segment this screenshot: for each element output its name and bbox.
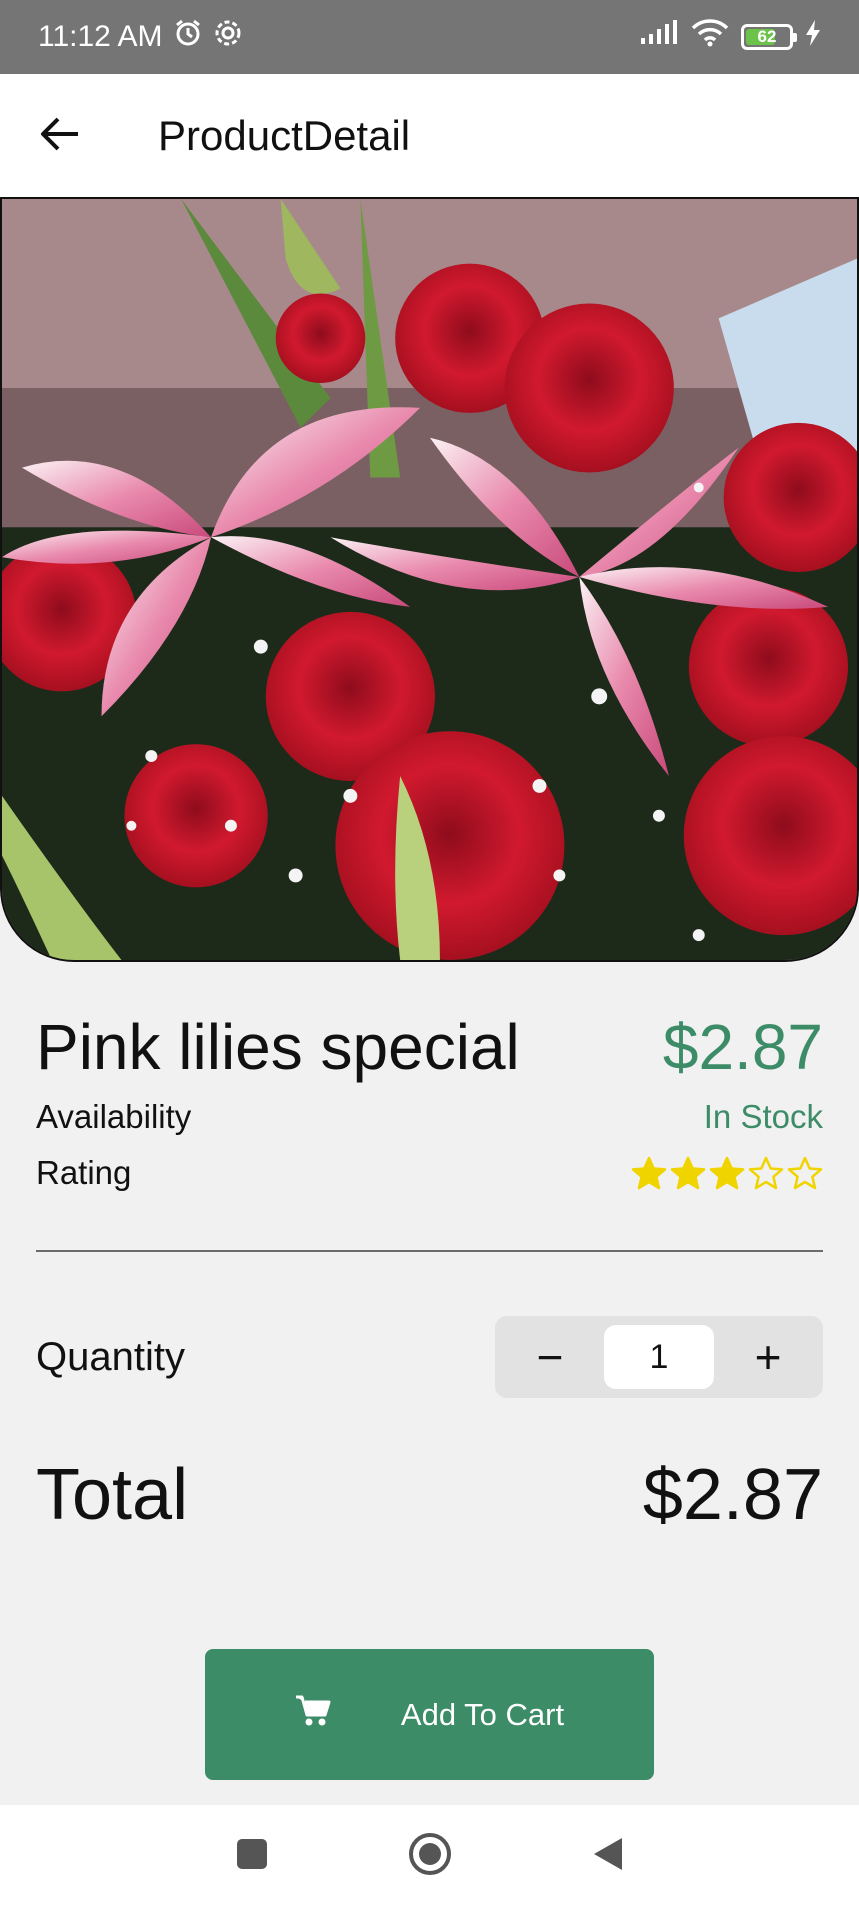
add-to-cart-label: Add To Cart xyxy=(400,1696,565,1732)
battery-level: 62 xyxy=(757,27,777,46)
system-nav-bar xyxy=(0,1805,859,1908)
wifi-icon xyxy=(691,19,729,55)
quantity-row: Quantity − 1 + xyxy=(36,1316,823,1398)
total-value: $2.87 xyxy=(642,1455,823,1535)
star-filled-icon xyxy=(709,1156,745,1190)
signal-icon xyxy=(639,20,679,54)
quantity-stepper: − 1 + xyxy=(495,1316,823,1398)
product-image xyxy=(0,197,859,962)
recents-square-icon[interactable] xyxy=(236,1838,268,1875)
product-detail-screen: 11:12 AM 62 ProductDetail Pink lilies sp… xyxy=(0,0,859,1908)
product-price: $2.87 xyxy=(662,1011,823,1083)
availability-label: Availability xyxy=(36,1098,192,1135)
star-filled-icon xyxy=(670,1156,706,1190)
total-label: Total xyxy=(36,1455,189,1535)
cart-icon xyxy=(295,1694,331,1736)
arrow-left-icon xyxy=(40,116,80,157)
back-button[interactable] xyxy=(0,74,120,198)
decrease-quantity-button[interactable]: − xyxy=(505,1322,595,1392)
star-empty-icon xyxy=(748,1156,784,1190)
rating-label: Rating xyxy=(36,1154,132,1191)
status-time: 11:12 AM xyxy=(38,20,163,53)
product-name: Pink lilies special xyxy=(36,1011,520,1083)
quantity-label: Quantity xyxy=(36,1334,185,1379)
availability-value: In Stock xyxy=(703,1098,823,1135)
status-bar: 11:12 AM 62 xyxy=(0,0,859,74)
home-circle-icon[interactable] xyxy=(408,1832,452,1881)
alarm-icon xyxy=(173,18,203,56)
rating-row: Rating xyxy=(36,1154,823,1192)
total-row: Total $2.87 xyxy=(36,1454,823,1536)
settings-gear-icon xyxy=(213,18,243,56)
star-filled-icon xyxy=(631,1156,667,1190)
product-info: Pink lilies special $2.87 Availability I… xyxy=(36,1010,823,1536)
page-title: ProductDetail xyxy=(158,112,411,159)
add-to-cart-button[interactable]: Add To Cart xyxy=(205,1649,654,1780)
title-price-row: Pink lilies special $2.87 xyxy=(36,1010,823,1084)
app-bar: ProductDetail xyxy=(0,74,859,198)
star-empty-icon xyxy=(787,1156,823,1190)
divider xyxy=(36,1250,823,1252)
battery-icon: 62 xyxy=(741,24,797,50)
charging-bolt-icon xyxy=(805,20,821,54)
availability-row: Availability In Stock xyxy=(36,1098,823,1136)
increase-quantity-button[interactable]: + xyxy=(723,1322,813,1392)
back-triangle-icon[interactable] xyxy=(592,1836,624,1877)
rating-stars xyxy=(631,1156,823,1190)
quantity-value[interactable]: 1 xyxy=(604,1325,714,1389)
